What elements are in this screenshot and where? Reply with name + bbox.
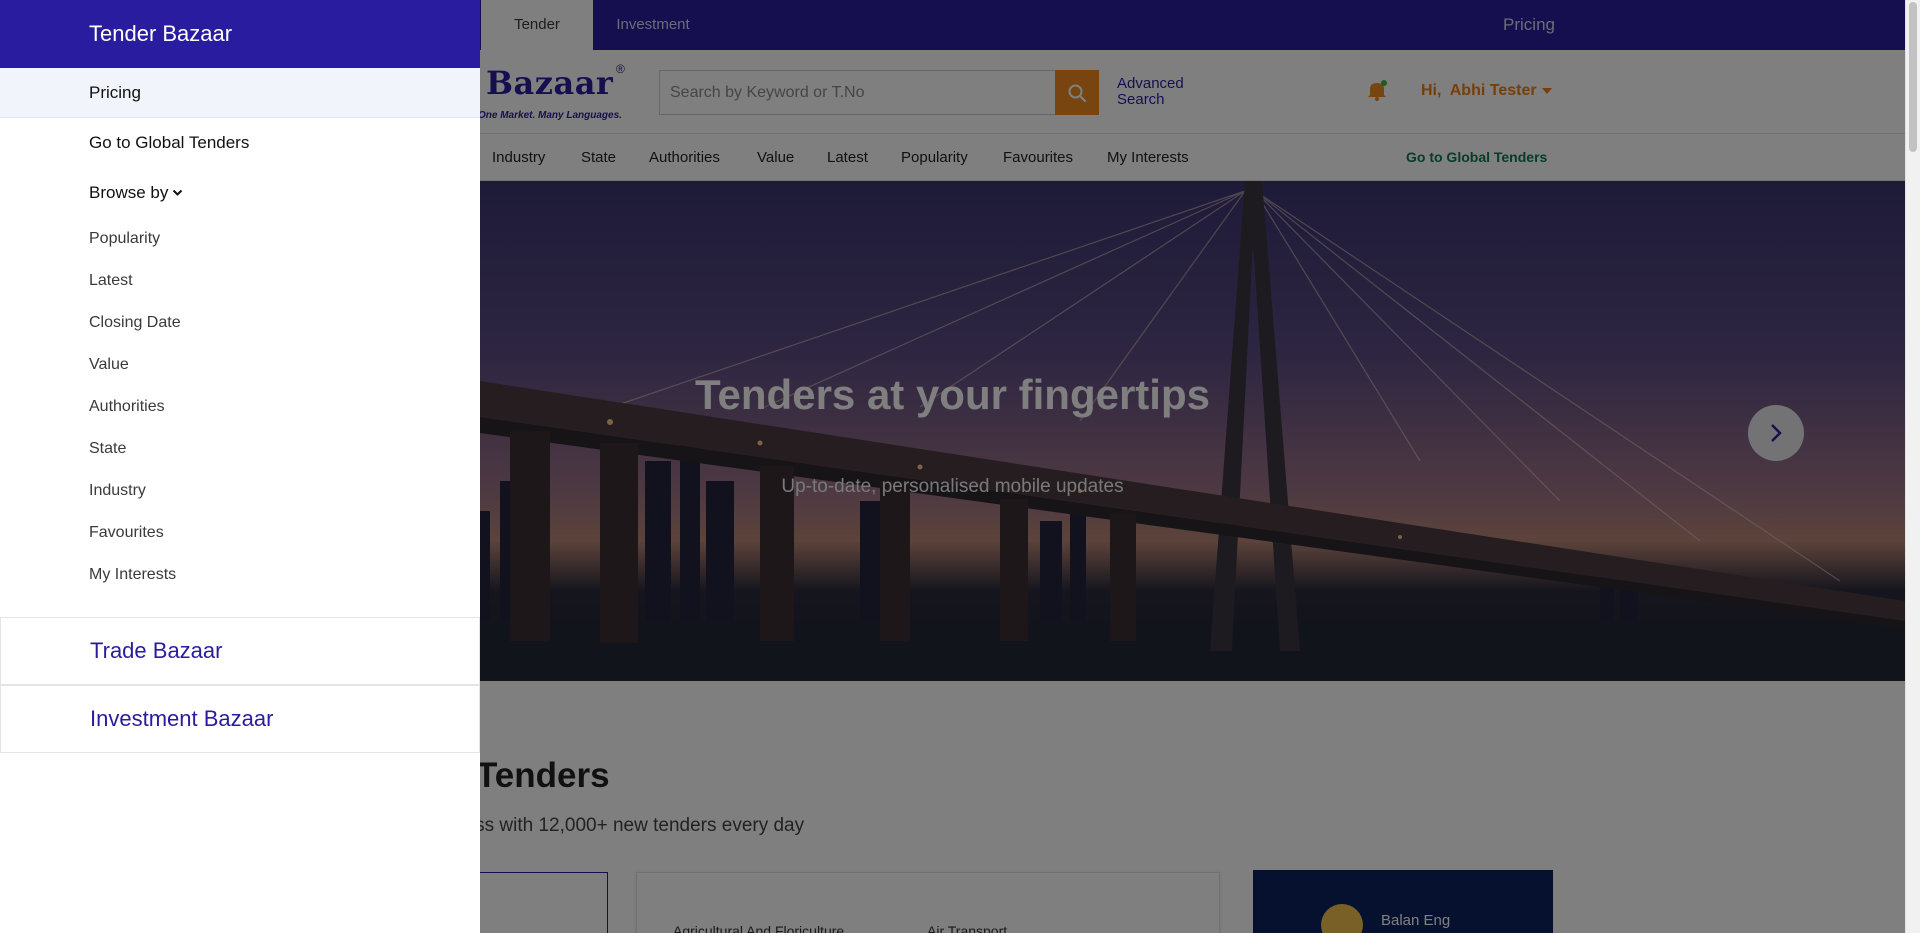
drawer-item-value[interactable]: Value <box>0 344 480 386</box>
page-scrollbar[interactable] <box>1905 0 1920 933</box>
drawer-global-tenders-link[interactable]: Go to Global Tenders <box>0 118 480 168</box>
drawer-item-closing-date[interactable]: Closing Date <box>0 302 480 344</box>
drawer-item-my-interests[interactable]: My Interests <box>0 554 480 596</box>
drawer-item-favourites[interactable]: Favourites <box>0 512 480 554</box>
drawer-investment-bazaar-link[interactable]: Investment Bazaar <box>0 685 480 753</box>
scrollbar-thumb[interactable] <box>1909 2 1917 152</box>
drawer-title: Tender Bazaar <box>0 0 480 68</box>
drawer-browse-by-toggle[interactable]: Browse by <box>0 168 480 218</box>
browse-by-label: Browse by <box>89 183 169 202</box>
chevron-down-icon <box>173 189 183 196</box>
drawer-item-state[interactable]: State <box>0 428 480 470</box>
drawer-trade-bazaar-link[interactable]: Trade Bazaar <box>0 617 480 685</box>
drawer-item-latest[interactable]: Latest <box>0 260 480 302</box>
side-drawer: Tender Bazaar Pricing Go to Global Tende… <box>0 0 480 933</box>
drawer-item-authorities[interactable]: Authorities <box>0 386 480 428</box>
drawer-item-industry[interactable]: Industry <box>0 470 480 512</box>
drawer-pricing-link[interactable]: Pricing <box>0 68 480 118</box>
drawer-item-popularity[interactable]: Popularity <box>0 218 480 260</box>
